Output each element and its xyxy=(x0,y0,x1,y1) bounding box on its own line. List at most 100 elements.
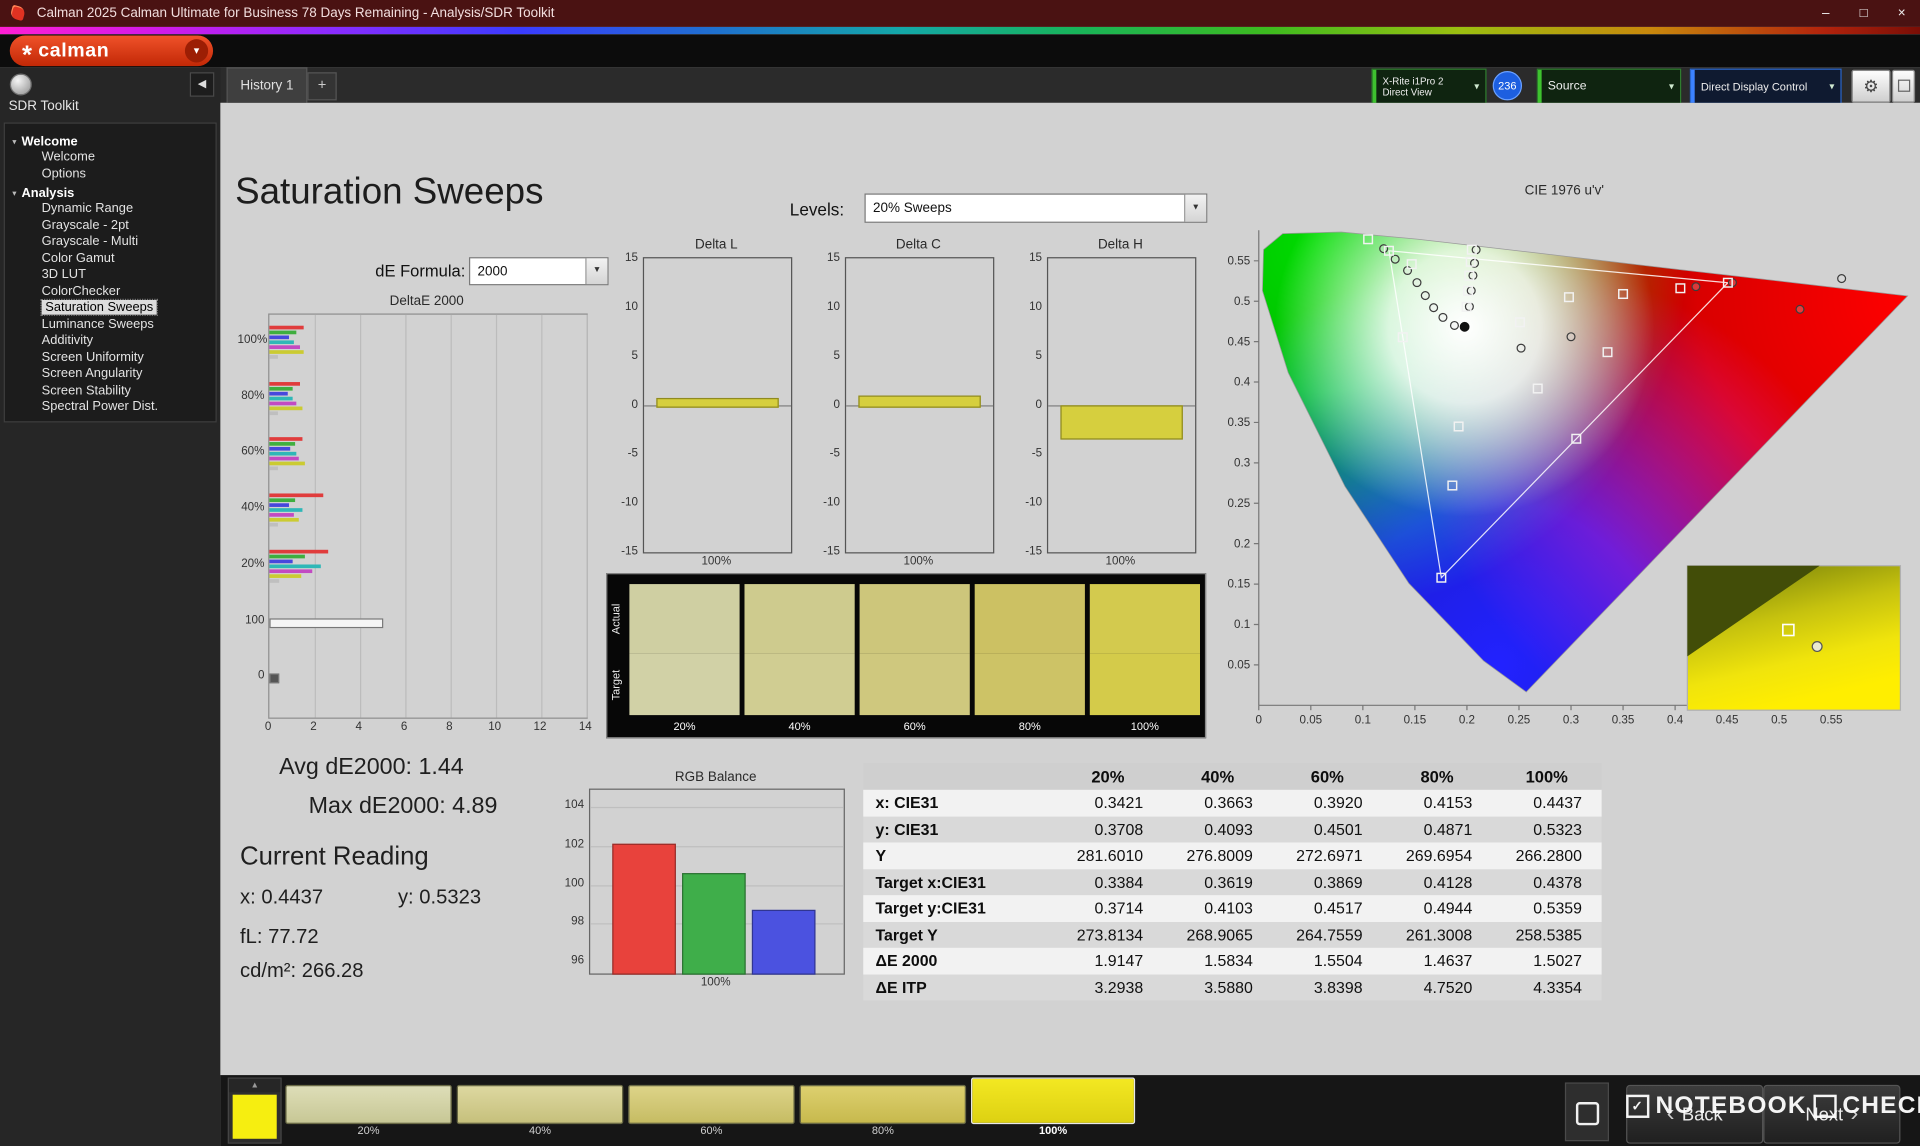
sidebar: ◀ SDR Toolkit ▾ Welcome Welcome Options ▾ Ana… xyxy=(0,67,221,1146)
table-cell: 272.6971 xyxy=(1296,846,1363,865)
calman-logo-text: calman xyxy=(38,39,110,61)
tree-item-color-gamut[interactable]: Color Gamut xyxy=(5,248,216,265)
expander-icon[interactable]: ▾ xyxy=(12,190,16,199)
table-row: Target y:CIE31 0.3714 0.4103 0.4517 0.4944 0.… xyxy=(863,895,1602,922)
table-cell: 264.7559 xyxy=(1296,925,1363,944)
tree-item-screen-angularity[interactable]: Screen Angularity xyxy=(5,364,216,381)
swatch-color xyxy=(628,1084,795,1125)
logo-chevron-icon[interactable]: ▾ xyxy=(184,39,209,63)
chevron-down-icon: ▼ xyxy=(585,258,608,285)
tree-item-3d-lut[interactable]: 3D LUT xyxy=(5,264,216,282)
y-tick-label: 98 xyxy=(571,915,585,929)
meter-count-badge[interactable]: 236 xyxy=(1492,71,1523,101)
de-bar xyxy=(269,522,278,527)
de-bar xyxy=(269,569,313,573)
y-tick-label: -15 xyxy=(621,544,638,559)
swatch-label: 80% xyxy=(871,1124,894,1137)
de-formula-dropdown[interactable]: 2000 ▼ xyxy=(468,257,609,286)
settings-gear-button[interactable]: ⚙ xyxy=(1851,69,1891,103)
table-cell: 3.2938 xyxy=(1094,978,1144,997)
chevron-down-icon: ▾ xyxy=(1829,80,1835,92)
tree-item-luminance-sweeps[interactable]: Luminance Sweeps xyxy=(5,314,216,332)
actual-swatch-80 xyxy=(974,584,1085,654)
back-button[interactable]: ‹ Back xyxy=(1626,1084,1764,1144)
tree-item-screen-uniformity[interactable]: Screen Uniformity xyxy=(5,347,216,365)
de-bar xyxy=(269,617,383,628)
calman-logo[interactable]: * calman ▾ xyxy=(9,35,214,68)
de-bar xyxy=(269,457,299,461)
calman-window: Calman 2025 Calman Ultimate for Business… xyxy=(0,0,1920,1146)
source-dropdown[interactable]: Source ▾ xyxy=(1536,68,1682,105)
add-tab-button[interactable]: + xyxy=(307,72,337,101)
table-cell: 0.4501 xyxy=(1313,820,1363,839)
de-bar xyxy=(269,330,297,335)
chart-title: Delta L xyxy=(694,237,738,253)
row-label: Target x:CIE31 xyxy=(875,872,986,892)
y-tick-label: 96 xyxy=(571,953,585,968)
de-bar xyxy=(269,437,303,442)
tree-item-screen-stability[interactable]: Screen Stability xyxy=(5,380,216,398)
gridline xyxy=(360,314,362,718)
tree-item-additivity[interactable]: Additivity xyxy=(5,331,216,348)
tree-item-welcome[interactable]: Welcome xyxy=(5,147,216,164)
actual-swatch-60 xyxy=(859,584,970,654)
display-control-dropdown[interactable]: Direct Display Control ▾ xyxy=(1689,68,1842,105)
swatch-column-label: 100% xyxy=(1130,720,1159,733)
secondary-toolbar-button[interactable] xyxy=(1891,69,1916,103)
close-button[interactable]: × xyxy=(1883,0,1920,27)
tree-item-grayscale-multi[interactable]: Grayscale - Multi xyxy=(5,231,216,249)
tree-item-saturation-sweeps[interactable]: Saturation Sweeps xyxy=(5,298,216,316)
delta-h-bar xyxy=(1060,405,1183,440)
meter-dropdown[interactable]: X-Rite i1Pro 2 Direct View ▾ xyxy=(1371,68,1487,105)
tree-item-label: Grayscale - Multi xyxy=(41,233,139,249)
chart-title: Delta C xyxy=(895,237,941,253)
table-cell: 0.4871 xyxy=(1423,820,1473,839)
tree-section-welcome[interactable]: ▾ Welcome xyxy=(5,129,216,150)
x-tick-label: 100% xyxy=(700,975,731,990)
current-color-indicator[interactable]: ▲ xyxy=(227,1077,282,1144)
tree-item-options[interactable]: Options xyxy=(5,163,216,181)
gridline xyxy=(405,314,407,718)
tree-item-spectral-power-dist[interactable]: Spectral Power Dist. xyxy=(5,397,216,414)
deltaE-plot-area xyxy=(268,313,588,719)
svg-text:0.35: 0.35 xyxy=(1228,416,1251,429)
cie-zoom-inset xyxy=(1686,565,1902,711)
y-tick-label: 5 xyxy=(833,348,840,363)
tree-section-analysis[interactable]: ▾ Analysis xyxy=(5,180,216,201)
swatch-label: 40% xyxy=(528,1124,552,1137)
row-label: x: CIE31 xyxy=(875,793,939,813)
target-swatch-20 xyxy=(629,653,740,716)
svg-text:0.5: 0.5 xyxy=(1771,714,1787,727)
de-bar xyxy=(269,340,295,345)
tree-item-label: Options xyxy=(41,165,86,181)
table-cell: 0.3869 xyxy=(1313,872,1363,892)
page-title: Saturation Sweeps xyxy=(235,171,544,212)
workflow-tree: ▾ Welcome Welcome Options ▾ Analysis Dynamic R… xyxy=(3,122,217,422)
swatch-label: 20% xyxy=(357,1124,380,1137)
tab-history-1[interactable]: History 1 xyxy=(226,67,308,105)
measurement-point xyxy=(1466,286,1476,296)
minimize-button[interactable]: – xyxy=(1807,0,1844,27)
sidebar-collapse-button[interactable]: ◀ xyxy=(189,72,215,97)
source-accent xyxy=(1537,69,1542,103)
tree-item-dynamic-range[interactable]: Dynamic Range xyxy=(5,198,216,216)
tree-item-label: Additivity xyxy=(41,333,94,348)
tree-item-grayscale-2pt[interactable]: Grayscale - 2pt xyxy=(5,215,216,232)
window-titlebar[interactable]: Calman 2025 Calman Ultimate for Business… xyxy=(0,0,1920,27)
actual-swatch-20 xyxy=(629,584,740,654)
levels-dropdown[interactable]: 20% Sweeps ▼ xyxy=(864,193,1208,223)
actual-target-swatch-strip: Actual Target 20% 40% 60% 80% 100% xyxy=(606,573,1207,739)
sidebar-orb-button[interactable] xyxy=(9,73,32,96)
expander-icon[interactable]: ▾ xyxy=(12,138,16,147)
de-bar xyxy=(269,518,299,522)
tree-item-colorchecker[interactable]: ColorChecker xyxy=(5,281,216,298)
next-button[interactable]: Next › xyxy=(1763,1084,1901,1144)
maximize-button[interactable]: □ xyxy=(1845,0,1882,27)
y-tick-label: 102 xyxy=(564,837,585,851)
swatch-column-label: 80% xyxy=(1018,720,1041,733)
de-bar xyxy=(269,411,278,415)
table-cell: 0.3619 xyxy=(1204,872,1253,892)
pattern-window-button[interactable] xyxy=(1564,1082,1609,1142)
indicator-handle[interactable]: ▲ xyxy=(228,1078,281,1093)
x-tick-label: 12 xyxy=(533,720,547,734)
